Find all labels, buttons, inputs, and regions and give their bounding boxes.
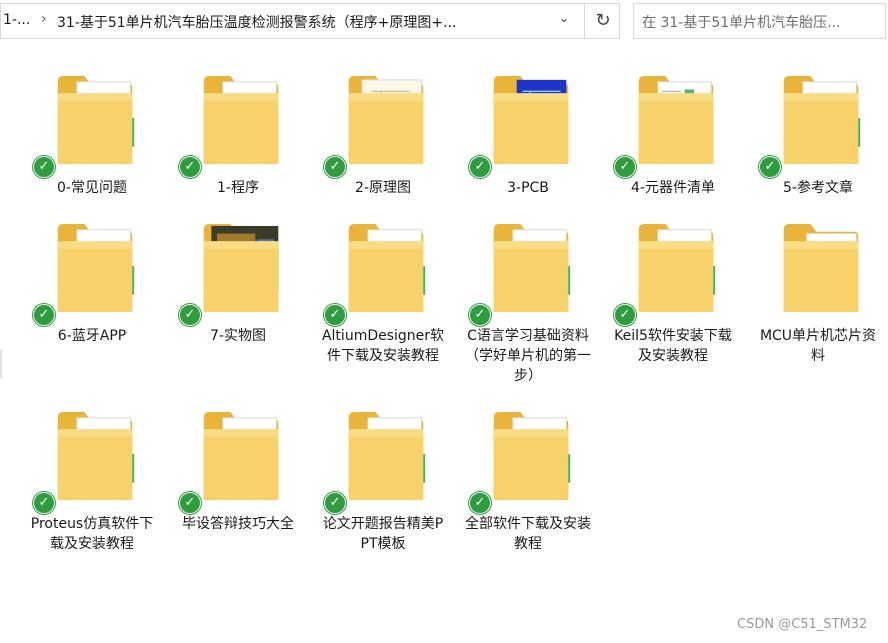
folder-label: 全部软件下载及安装教程 [465, 516, 591, 552]
address-history-dropdown[interactable]: ⌄ [551, 11, 577, 33]
folder-txt-icon: TXT [52, 218, 138, 318]
folder-photo-icon [198, 218, 284, 318]
folder-item[interactable]: ✓ 2-原理图 [319, 70, 447, 210]
sync-check-icon: ✓ [324, 492, 346, 514]
folder-label: 7-实物图 [210, 328, 266, 344]
folder-label: Proteus仿真软件下载及安装教程 [30, 516, 154, 552]
folder-txt-icon: TXT [343, 218, 429, 318]
folder-pcb-icon [488, 70, 574, 170]
folder-item[interactable]: TXT✓Keil5软件安装下载及安装教程 [609, 218, 737, 364]
folder-label: C语言学习基础资料（学好单片机的第一步） [465, 328, 591, 384]
folder-label: 毕设答辩技巧大全 [182, 516, 294, 532]
folder-item[interactable]: e✓ 1-程序 [174, 70, 302, 210]
folder-item[interactable]: TXT✓C语言学习基础资料（学好单片机的第一步） [464, 218, 592, 384]
folder-txt-icon: TXT [633, 218, 719, 318]
sync-check-icon: ✓ [33, 304, 55, 326]
scrollbar[interactable] [0, 350, 2, 378]
folder-item[interactable]: MCU单片机芯片资料 [754, 218, 882, 364]
refresh-button[interactable]: ↻ [584, 4, 621, 38]
folder-word-icon: W [198, 406, 284, 506]
address-bar[interactable]: 1-... › 31-基于51单片机汽车胎压温度检测报警系统（程序+原理图+..… [0, 3, 620, 39]
explorer-toolbar: 1-... › 31-基于51单片机汽车胎压温度检测报警系统（程序+原理图+..… [0, 0, 888, 44]
folder-txt-icon: TXT [343, 406, 429, 506]
folder-docs-icon [778, 218, 864, 318]
folder-txt-icon: TXT [488, 406, 574, 506]
folder-item[interactable]: TXT✓全部软件下载及安装教程 [464, 406, 592, 552]
folder-item[interactable]: W✓ 毕设答辩技巧大全 [174, 406, 302, 546]
folder-txt-icon: TXT [488, 218, 574, 318]
watermark: CSDN @C51_STM32 [737, 617, 868, 632]
folder-label: 5-参考文章 [783, 180, 853, 196]
breadcrumb-parent[interactable]: 1-... [3, 12, 30, 28]
folder-label: 3-PCB [507, 180, 549, 196]
folder-item[interactable]: TXT✓AltiumDesigner软件下载及安装教程 [319, 218, 447, 364]
folder-label: AltiumDesigner软件下载及安装教程 [321, 328, 445, 364]
sync-check-icon: ✓ [469, 156, 491, 178]
folder-item[interactable]: ✓ 7-实物图 [174, 218, 302, 358]
folder-label: MCU单片机芯片资料 [759, 328, 877, 364]
refresh-icon: ↻ [595, 10, 611, 31]
sync-check-icon: ✓ [614, 304, 636, 326]
folder-item[interactable]: TXT✓5-参考文章 [754, 70, 882, 210]
sync-check-icon: ✓ [324, 304, 346, 326]
folder-label: 6-蓝牙APP [57, 328, 127, 344]
sync-check-icon: ✓ [33, 492, 55, 514]
breadcrumb-current[interactable]: 31-基于51单片机汽车胎压温度检测报警系统（程序+原理图+... [57, 12, 457, 32]
folder-item[interactable]: TXT✓0-常见问题 [28, 70, 156, 210]
sync-check-icon: ✓ [759, 156, 781, 178]
folder-label: 2-原理图 [355, 180, 411, 196]
sync-check-icon: ✓ [179, 492, 201, 514]
folder-program-icon: e [198, 70, 284, 170]
search-box[interactable]: 在 31-基于51单片机汽车胎压... [633, 3, 886, 39]
chevron-down-icon: ⌄ [558, 11, 570, 26]
folder-label: 1-程序 [217, 180, 259, 196]
folder-txt-icon: TXT [52, 70, 138, 170]
sync-check-icon: ✓ [179, 156, 201, 178]
folder-txt-icon: TXT [778, 70, 864, 170]
folder-label: 4-元器件清单 [631, 180, 715, 196]
folder-label: Keil5软件安装下载及安装教程 [614, 328, 732, 364]
sync-check-icon: ✓ [33, 156, 55, 178]
sync-check-icon: ✓ [179, 304, 201, 326]
folder-item[interactable]: TXT✓论文开题报告精美PPT模板 [319, 406, 447, 552]
folder-item[interactable]: ✓ 3-PCB [464, 70, 592, 210]
folder-item[interactable]: TXT✓Proteus仿真软件下载及安装教程 [28, 406, 156, 552]
search-input[interactable]: 在 31-基于51单片机汽车胎压... [642, 12, 840, 32]
folder-txt-icon: TXT [52, 406, 138, 506]
folder-label: 0-常见问题 [57, 180, 127, 196]
folder-item[interactable]: ✓ 4-元器件清单 [609, 70, 737, 210]
folder-label: 论文开题报告精美PPT模板 [322, 516, 444, 552]
sync-check-icon: ✓ [469, 304, 491, 326]
folder-spreadsheet-icon [633, 70, 719, 170]
folder-item[interactable]: TXT✓6-蓝牙APP [28, 218, 156, 358]
breadcrumb-separator-icon[interactable]: › [41, 11, 47, 27]
sync-check-icon: ✓ [614, 156, 636, 178]
sync-check-icon: ✓ [324, 156, 346, 178]
folder-schematic-icon [343, 70, 429, 170]
sync-check-icon: ✓ [469, 492, 491, 514]
